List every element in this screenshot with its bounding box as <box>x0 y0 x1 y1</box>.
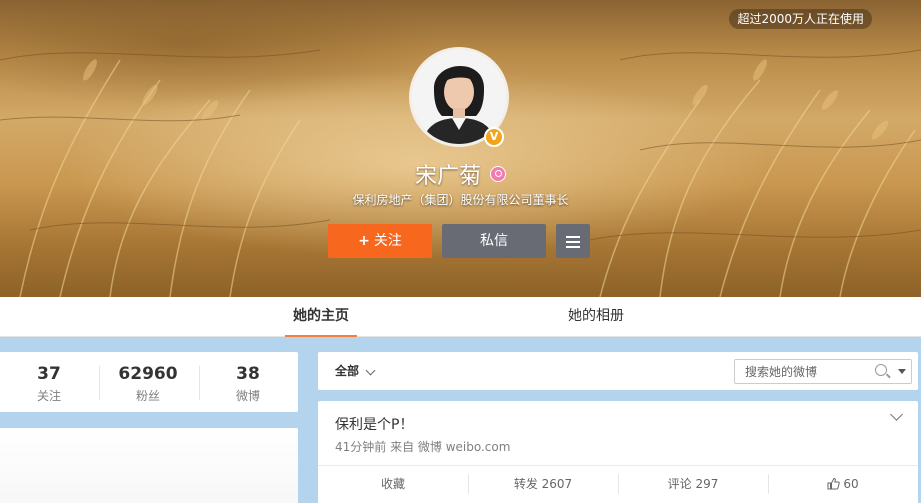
profile-cover: 超过2000万人正在使用 V 宋广菊 保利房地产（集团）股份有限公司董事长 + 关… <box>0 0 921 297</box>
left-sidebar-card <box>0 428 298 503</box>
chevron-down-icon[interactable] <box>365 365 376 376</box>
feed-filter-bar: 全部 <box>318 352 918 390</box>
like-count: 60 <box>843 477 859 491</box>
fans-label: 粉丝 <box>135 389 160 403</box>
menu-icon <box>556 224 590 248</box>
thumbs-up-icon <box>827 477 841 490</box>
filter-all-dropdown[interactable]: 全部 <box>335 352 359 390</box>
weibo-post-card: 保利是个P！ 41分钟前 来自 微博 weibo.com 收藏 转发 2607 … <box>318 401 918 503</box>
profile-name: 宋广菊 <box>414 164 481 189</box>
post-meta: 41分钟前 来自 微博 weibo.com <box>335 440 511 454</box>
repost-button[interactable]: 转发 2607 <box>468 466 618 502</box>
verified-badge-icon[interactable]: V <box>484 127 504 147</box>
following-label: 关注 <box>36 389 61 403</box>
weibo-label: 微博 <box>235 389 260 403</box>
post-action-bar: 收藏 转发 2607 评论 297 60 <box>318 465 918 501</box>
more-menu-button[interactable] <box>556 224 590 258</box>
search-dropdown-icon[interactable] <box>898 369 906 374</box>
comment-button[interactable]: 评论 297 <box>618 466 768 502</box>
follow-button[interactable]: + 关注 <box>328 224 432 258</box>
private-message-button[interactable]: 私信 <box>442 224 546 258</box>
post-options-chevron-icon[interactable] <box>890 408 903 421</box>
female-gender-icon <box>490 166 507 182</box>
profile-title: 保利房地产（集团）股份有限公司董事长 <box>352 193 569 207</box>
following-count: 37 <box>37 364 61 384</box>
post-text: 保利是个P！ <box>335 417 414 433</box>
collect-button[interactable]: 收藏 <box>318 466 468 502</box>
like-button[interactable]: 60 <box>768 466 918 502</box>
following-stat[interactable]: 37 关注 <box>0 364 98 404</box>
profile-stats-card: 37 关注 62960 粉丝 38 微博 <box>0 352 298 412</box>
search-icon[interactable] <box>875 364 887 376</box>
tab-her-album[interactable]: 她的相册 <box>560 297 632 337</box>
user-count-badge: 超过2000万人正在使用 <box>729 9 872 29</box>
search-input[interactable] <box>735 360 865 383</box>
plus-icon: + <box>358 233 370 249</box>
tab-her-homepage[interactable]: 她的主页 <box>285 297 357 337</box>
weibo-count: 38 <box>236 364 260 384</box>
fans-stat[interactable]: 62960 粉丝 <box>99 364 197 404</box>
weibo-search-box <box>734 359 912 384</box>
follow-button-label: 关注 <box>373 233 402 249</box>
weibo-stat[interactable]: 38 微博 <box>199 364 297 404</box>
fans-count: 62960 <box>118 364 178 384</box>
profile-tab-bar: 她的主页 她的相册 <box>0 297 921 337</box>
